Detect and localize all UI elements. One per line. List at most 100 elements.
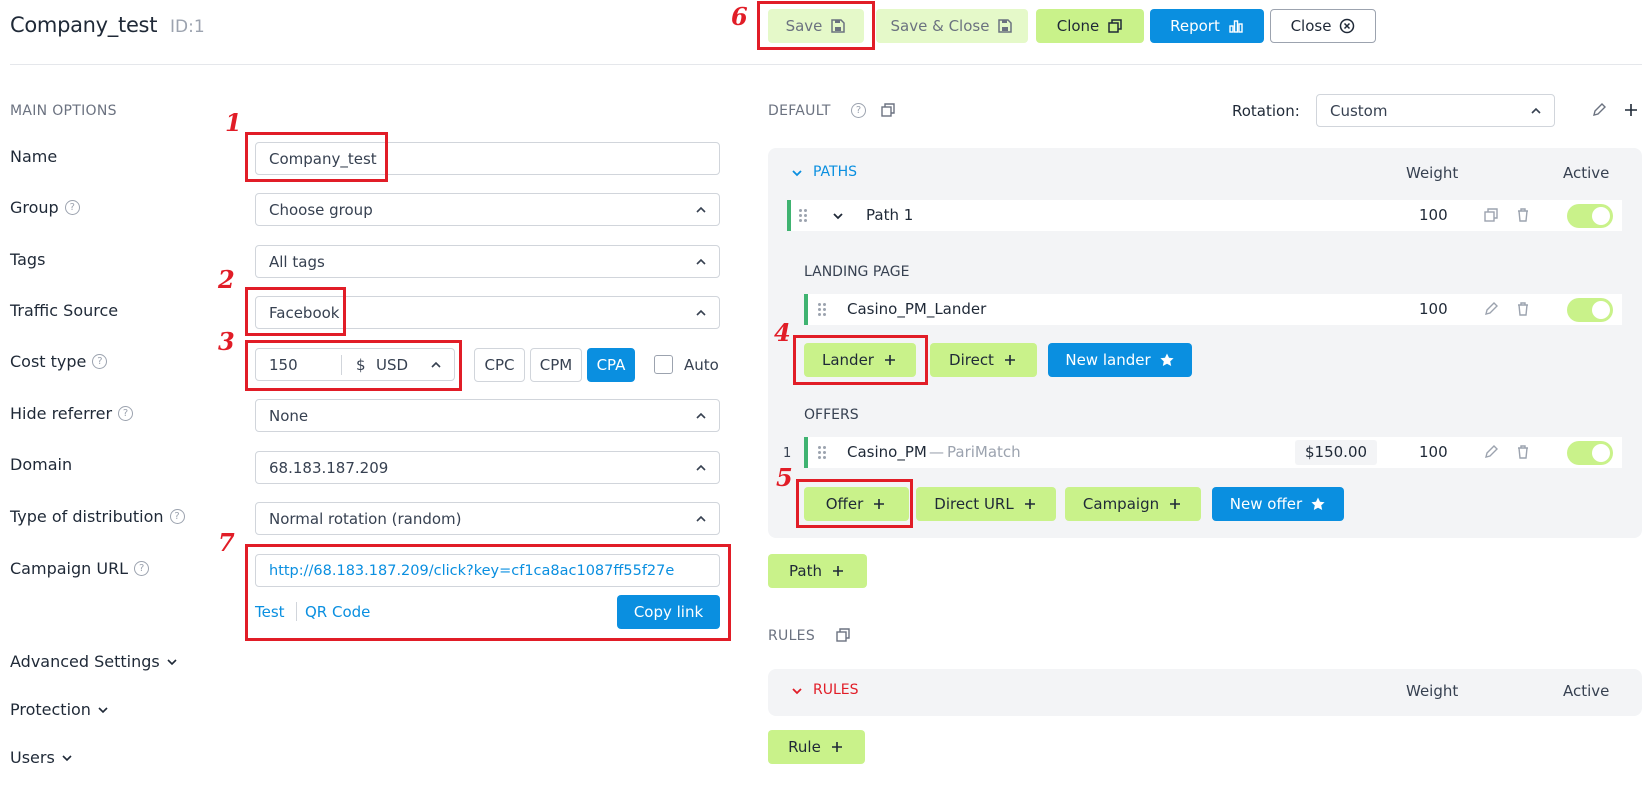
add-direct-url-button[interactable]: Direct URL <box>916 487 1056 521</box>
chevron-up-icon <box>431 361 441 368</box>
help-icon[interactable]: ? <box>92 354 108 369</box>
annotation-number-3: 3 <box>218 327 235 356</box>
close-button[interactable]: Close <box>1270 9 1376 43</box>
add-campaign-button[interactable]: Campaign <box>1065 487 1201 521</box>
clone-button[interactable]: Clone <box>1036 9 1144 43</box>
plus-icon <box>1170 499 1181 509</box>
trash-icon[interactable] <box>1515 207 1531 223</box>
path-row[interactable]: Path 1 100 <box>787 200 1622 231</box>
cost-type-label: Cost type? <box>10 352 108 371</box>
help-icon[interactable]: ? <box>851 103 866 118</box>
pencil-icon[interactable] <box>1591 102 1607 118</box>
help-icon[interactable]: ? <box>134 561 150 576</box>
copy-icon[interactable] <box>880 102 896 118</box>
auto-checkbox[interactable] <box>654 355 673 374</box>
star-icon <box>1311 497 1325 510</box>
chevron-up-icon <box>696 206 706 213</box>
copy-icon[interactable] <box>1483 207 1499 223</box>
offer-color-bar <box>804 437 808 468</box>
auto-label: Auto <box>684 356 719 374</box>
users-toggle[interactable]: Users <box>10 748 73 767</box>
plus-icon <box>831 742 842 752</box>
tags-select[interactable]: All tags <box>255 245 720 278</box>
plus-icon <box>874 499 885 509</box>
divider <box>341 355 342 375</box>
chevron-up-icon <box>696 309 706 316</box>
paths-title: PATHS <box>813 164 858 180</box>
save-close-button[interactable]: Save & Close <box>876 9 1028 43</box>
path-active-toggle[interactable] <box>1567 204 1613 228</box>
offer-separator: — <box>929 443 944 461</box>
help-icon[interactable]: ? <box>169 509 185 524</box>
domain-select[interactable]: 68.183.187.209 <box>255 451 720 484</box>
pencil-icon[interactable] <box>1483 301 1499 317</box>
help-icon[interactable]: ? <box>64 200 80 215</box>
drag-handle-icon[interactable] <box>799 209 809 223</box>
floppy-icon <box>998 19 1013 33</box>
chevron-down-icon[interactable] <box>791 167 803 179</box>
name-input[interactable]: Company_test <box>255 142 720 175</box>
drag-handle-icon[interactable] <box>818 303 828 317</box>
pencil-icon[interactable] <box>1483 444 1499 460</box>
annotation-number-1: 1 <box>225 108 242 137</box>
rules-panel <box>768 669 1642 716</box>
offer-weight: 100 <box>1419 443 1448 461</box>
chevron-down-icon <box>167 658 177 665</box>
chevron-up-icon <box>696 258 706 265</box>
group-select[interactable]: Choose group <box>255 193 720 226</box>
offer-row[interactable]: Casino_PM — PariMatch $150.00 100 <box>804 437 1622 468</box>
test-link[interactable]: Test <box>255 603 285 621</box>
currency-select[interactable]: USD <box>376 356 408 374</box>
lander-active-toggle[interactable] <box>1567 298 1613 322</box>
lander-color-bar <box>804 294 808 325</box>
campaign-url-input[interactable]: http://68.183.187.209/click?key=cf1ca8ac… <box>255 554 720 587</box>
add-offer-button[interactable]: Offer <box>804 487 909 521</box>
hide-referrer-select[interactable]: None <box>255 399 720 432</box>
advanced-settings-toggle[interactable]: Advanced Settings <box>10 652 178 671</box>
chevron-down-icon[interactable] <box>791 685 803 697</box>
path-name: Path 1 <box>866 206 914 224</box>
annotation-number-6: 6 <box>731 2 748 31</box>
name-label: Name <box>10 147 58 166</box>
cost-type-cpc[interactable]: CPC <box>474 348 525 382</box>
divider <box>296 602 297 621</box>
add-direct-button[interactable]: Direct <box>930 343 1037 377</box>
add-rule-button[interactable]: Rule <box>768 730 865 764</box>
new-lander-button[interactable]: New lander <box>1048 343 1192 377</box>
chevron-down-icon <box>62 754 72 761</box>
add-path-button[interactable]: Path <box>768 554 867 588</box>
rotation-select[interactable]: Custom <box>1316 94 1555 127</box>
chevron-down-icon[interactable] <box>832 210 844 222</box>
copy-link-button[interactable]: Copy link <box>617 595 720 629</box>
drag-handle-icon[interactable] <box>818 446 828 460</box>
default-title: DEFAULT <box>768 103 831 119</box>
domain-label: Domain <box>10 455 73 474</box>
trash-icon[interactable] <box>1515 301 1531 317</box>
annotation-number-5: 5 <box>776 463 793 492</box>
annotation-number-2: 2 <box>218 265 235 294</box>
cost-type-cpm[interactable]: CPM <box>530 348 582 382</box>
save-button[interactable]: Save <box>768 9 864 43</box>
lander-row[interactable]: Casino_PM_Lander 100 <box>804 294 1622 325</box>
cost-amount-input[interactable]: 150 $ USD <box>255 348 455 381</box>
landing-page-title: LANDING PAGE <box>804 264 910 280</box>
new-offer-button[interactable]: New offer <box>1212 487 1344 521</box>
cost-type-cpa[interactable]: CPA <box>587 348 635 382</box>
path-color-bar <box>787 200 791 231</box>
offer-name: Casino_PM <box>847 443 927 461</box>
plus-icon[interactable] <box>1623 102 1639 118</box>
traffic-source-select[interactable]: Facebook <box>255 296 720 329</box>
protection-toggle[interactable]: Protection <box>10 700 109 719</box>
trash-icon[interactable] <box>1515 444 1531 460</box>
add-lander-button[interactable]: Lander <box>804 343 916 377</box>
report-button[interactable]: Report <box>1150 9 1264 43</box>
distribution-select[interactable]: Normal rotation (random) <box>255 502 720 535</box>
weight-column: Weight <box>1406 164 1459 182</box>
help-icon[interactable]: ? <box>118 406 134 421</box>
chevron-up-icon <box>696 412 706 419</box>
qr-code-link[interactable]: QR Code <box>305 603 370 621</box>
copy-icon[interactable] <box>835 627 851 643</box>
offer-active-toggle[interactable] <box>1567 441 1613 465</box>
path-weight: 100 <box>1419 206 1448 224</box>
rotation-label: Rotation: <box>1232 102 1300 120</box>
